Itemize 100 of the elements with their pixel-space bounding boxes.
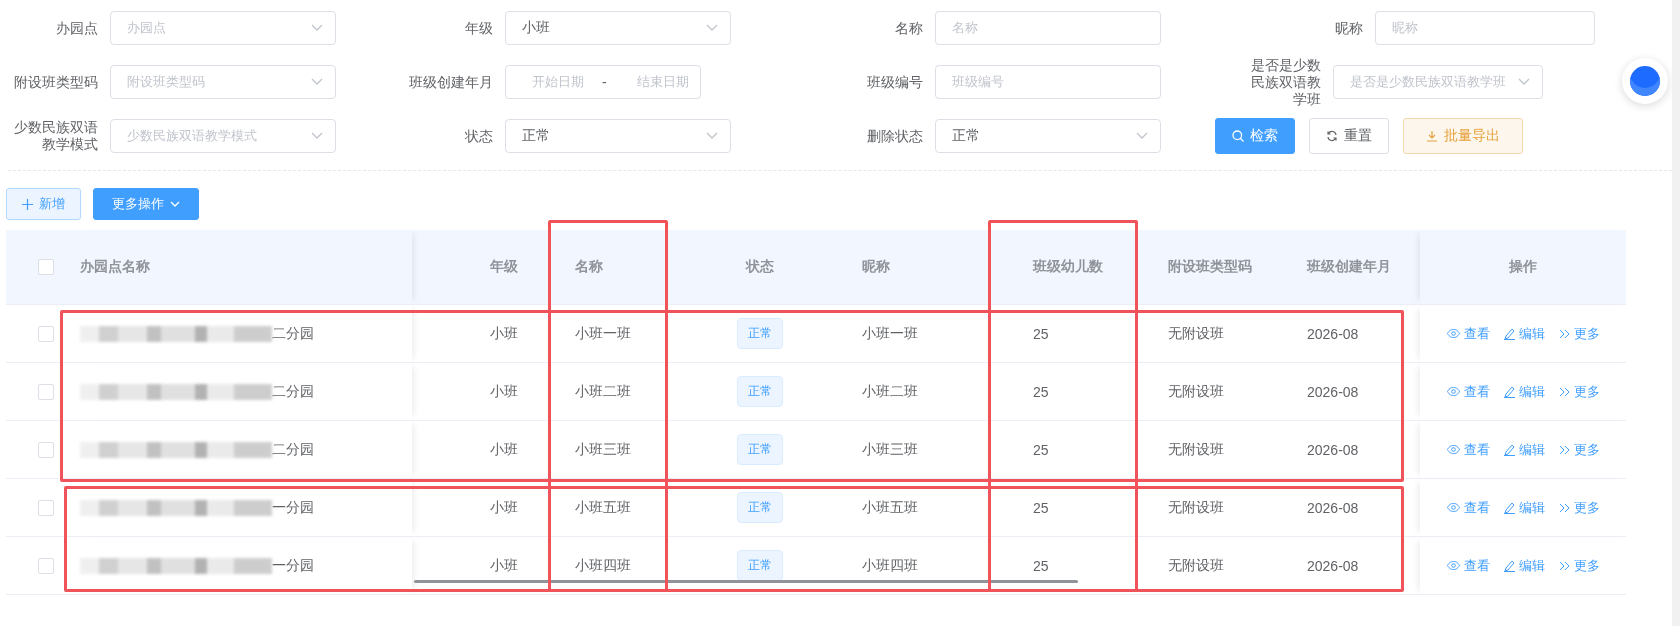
chevron-down-icon xyxy=(311,24,323,32)
table-cell: 25 xyxy=(1033,557,1049,574)
select-field[interactable]: 附设班类型码 xyxy=(110,65,336,99)
view-link[interactable]: 查看 xyxy=(1446,498,1490,517)
table-cell: 小班 xyxy=(490,498,518,517)
select-field[interactable]: 办园点 xyxy=(110,11,336,45)
select-field[interactable]: 正常 xyxy=(935,119,1161,153)
table-cell: 小班 xyxy=(490,556,518,575)
pencil-icon xyxy=(1503,385,1515,398)
view-link[interactable]: 查看 xyxy=(1446,324,1490,343)
pencil-icon xyxy=(1503,501,1515,514)
select-field[interactable]: 小班 xyxy=(505,11,731,45)
table-cell: 小班一班 xyxy=(575,324,631,343)
chevron-down-icon xyxy=(1518,78,1530,86)
more-actions-button[interactable]: 更多操作 xyxy=(93,188,199,220)
select-field[interactable]: 少数民族双语教学模式 xyxy=(110,119,336,153)
edit-link[interactable]: 编辑 xyxy=(1503,498,1545,517)
filter-label: 删除状态 xyxy=(866,127,924,145)
table-cell: 25 xyxy=(1033,441,1049,458)
more-link[interactable]: 更多 xyxy=(1558,324,1600,343)
chevron-down-icon xyxy=(311,132,323,140)
eye-icon xyxy=(1446,503,1460,512)
table-cell: 2026-08 xyxy=(1307,325,1359,342)
column-header: 班级创建年月 xyxy=(1305,257,1392,276)
search-button[interactable]: 检索 xyxy=(1215,118,1295,154)
input-field[interactable]: 名称 xyxy=(935,11,1161,45)
more-link[interactable]: 更多 xyxy=(1558,498,1600,517)
view-link[interactable]: 查看 xyxy=(1446,440,1490,459)
range-separator: - xyxy=(602,74,607,90)
eye-icon xyxy=(1446,387,1460,396)
chevron-down-icon xyxy=(706,132,718,140)
plus-icon xyxy=(22,198,33,210)
filter-label: 是否是少数民族双语教学班 xyxy=(1250,56,1322,108)
export-button[interactable]: 批量导出 xyxy=(1403,118,1523,154)
status-tag: 正常 xyxy=(737,492,783,523)
edit-link[interactable]: 编辑 xyxy=(1503,556,1545,575)
pencil-icon xyxy=(1503,559,1515,572)
date-range-field[interactable]: 开始日期 - 结束日期 xyxy=(505,65,701,99)
input-field[interactable]: 昵称 xyxy=(1375,11,1595,45)
table-cell: 2026-08 xyxy=(1307,557,1359,574)
table-cell: 无附设班 xyxy=(1168,498,1224,517)
table-cell: 小班 xyxy=(490,440,518,459)
double-chevron-icon xyxy=(1558,386,1570,397)
chevron-down-icon xyxy=(1136,132,1148,140)
table-cell: 小班二班 xyxy=(575,382,631,401)
table-cell: 小班四班 xyxy=(575,556,631,575)
table-cell: 小班三班 xyxy=(862,440,918,459)
row-checkbox[interactable] xyxy=(38,325,54,342)
column-header: 昵称 xyxy=(861,257,891,276)
input-field[interactable]: 班级编号 xyxy=(935,65,1161,99)
more-link[interactable]: 更多 xyxy=(1558,556,1600,575)
download-icon xyxy=(1426,130,1438,142)
table-cell: 小班四班 xyxy=(862,556,918,575)
table-cell: 2026-08 xyxy=(1307,441,1359,458)
table-cell: 二分园 xyxy=(272,440,314,459)
table-cell: 25 xyxy=(1033,499,1049,516)
row-checkbox[interactable] xyxy=(38,557,54,574)
select-field[interactable]: 是否是少数民族双语教学班 xyxy=(1333,65,1543,99)
column-header: 名称 xyxy=(574,257,604,276)
scrollbar-thumb[interactable] xyxy=(414,580,1078,583)
table-cell: 小班五班 xyxy=(575,498,631,517)
filter-label: 附设班类型码 xyxy=(13,73,99,91)
edit-link[interactable]: 编辑 xyxy=(1503,324,1545,343)
status-tag: 正常 xyxy=(737,318,783,349)
table-cell: 无附设班 xyxy=(1168,382,1224,401)
table-cell: 25 xyxy=(1033,325,1049,342)
row-checkbox[interactable] xyxy=(38,441,54,458)
pencil-icon xyxy=(1503,443,1515,456)
filter-label: 状态 xyxy=(464,127,494,145)
select-all-checkbox[interactable] xyxy=(38,259,54,275)
select-field[interactable]: 正常 xyxy=(505,119,731,153)
column-header: 状态 xyxy=(744,257,775,276)
table-cell: 小班 xyxy=(490,382,518,401)
eye-icon xyxy=(1446,445,1460,454)
more-link[interactable]: 更多 xyxy=(1558,382,1600,401)
add-button[interactable]: 新增 xyxy=(6,188,81,220)
more-link[interactable]: 更多 xyxy=(1558,440,1600,459)
table-cell: 无附设班 xyxy=(1168,556,1224,575)
filter-label: 名称 xyxy=(894,19,924,37)
pencil-icon xyxy=(1503,327,1515,340)
refresh-icon xyxy=(1326,130,1338,142)
chevron-down-icon xyxy=(170,200,180,208)
view-link[interactable]: 查看 xyxy=(1446,382,1490,401)
table-cell: 无附设班 xyxy=(1168,440,1224,459)
reset-button[interactable]: 重置 xyxy=(1309,118,1389,154)
row-checkbox[interactable] xyxy=(38,383,54,400)
row-checkbox[interactable] xyxy=(38,499,54,516)
table-cell: 小班 xyxy=(490,324,518,343)
table-cell: 2026-08 xyxy=(1307,499,1359,516)
view-link[interactable]: 查看 xyxy=(1446,556,1490,575)
edit-link[interactable]: 编辑 xyxy=(1503,440,1545,459)
edit-link[interactable]: 编辑 xyxy=(1503,382,1545,401)
eye-icon xyxy=(1446,329,1460,338)
chevron-down-icon xyxy=(706,24,718,32)
filter-label: 班级创建年月 xyxy=(408,73,494,91)
search-icon xyxy=(1232,130,1244,142)
double-chevron-icon xyxy=(1558,560,1570,571)
status-tag: 正常 xyxy=(737,550,783,581)
table-cell: 无附设班 xyxy=(1168,324,1224,343)
table-cell: 2026-08 xyxy=(1307,383,1359,400)
